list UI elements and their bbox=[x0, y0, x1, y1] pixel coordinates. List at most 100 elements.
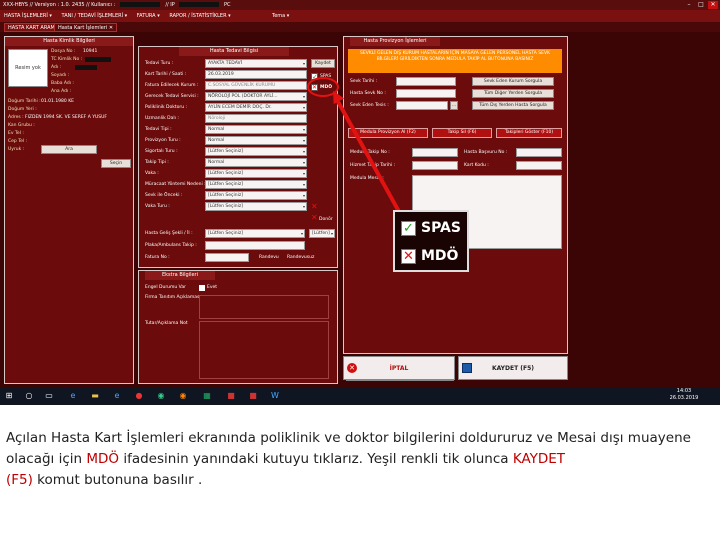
firma-aciklama-textarea[interactable] bbox=[199, 295, 329, 319]
tedavi-tipi-select[interactable]: Normal ▾ bbox=[205, 125, 307, 134]
value-adres: FIZDEN 1994 SK. VE SEREF A YUSUF bbox=[25, 115, 107, 120]
menu-hasta-islemleri[interactable]: HASTA İŞLEMLERİ ▾ bbox=[4, 13, 52, 19]
not-textarea[interactable] bbox=[199, 321, 329, 379]
app-icon[interactable]: ● bbox=[134, 391, 144, 401]
treatment-info-panel: Hasta Tedavi Bilgisi Tedavi Turu : AYAKT… bbox=[138, 46, 339, 268]
takip-tipi-select[interactable]: Normal ▾ bbox=[205, 158, 307, 167]
label-cep-tel: Cep Tel : bbox=[8, 139, 28, 144]
caption-part3: komut butonuna basılır . bbox=[32, 472, 203, 488]
label-hasta-basvuru-no: Hasta Başvuru No : bbox=[464, 150, 508, 155]
provizyon-panel: Hasta Provizyon İşlemleri SEVKLİ GELEN D… bbox=[343, 36, 568, 381]
task-view-icon[interactable]: ▭ bbox=[44, 391, 54, 401]
menu-tani-tedavi[interactable]: TANI / TEDAVİ İŞLEMLERİ ▾ bbox=[62, 13, 128, 19]
gelis-il-select[interactable]: [Lütfen] ▾ bbox=[309, 229, 335, 238]
takip-sil-button[interactable]: Takip Sil (F6) bbox=[432, 128, 492, 138]
donor-x-icon: ✕ bbox=[311, 213, 318, 222]
tesis-lookup-button[interactable]: … bbox=[450, 101, 458, 110]
engel-evet-label: Evet bbox=[207, 285, 218, 290]
label-gelis-sekli: Hasta Geliş Şekli / İl : bbox=[145, 231, 193, 236]
takipleri-goster-button[interactable]: Takipleri Göster (F10) bbox=[496, 128, 562, 138]
save-button[interactable]: Kaydet bbox=[311, 59, 335, 68]
kaydet-button[interactable]: KAYDET (F5) bbox=[458, 356, 568, 380]
maximize-button[interactable]: □ bbox=[696, 1, 706, 9]
uzmanlik-field[interactable]: Nöroloji bbox=[205, 114, 307, 123]
zoom-spas-check-icon: ✓ bbox=[401, 220, 416, 236]
x-mark-icon: ✕ bbox=[311, 202, 318, 211]
windows-start-icon[interactable]: ⊞ bbox=[4, 391, 14, 401]
label-sevk-eden-tesis: Sevk Eden Tesis : bbox=[350, 103, 389, 108]
label-not: Tutar/Açıklama Not bbox=[145, 321, 188, 326]
patient-select-button[interactable]: Seçin bbox=[101, 159, 131, 168]
label-ana-adi: Ana Adı : bbox=[51, 89, 72, 94]
label-dogum-tarihi: Doğum Tarihi : bbox=[8, 99, 41, 104]
muracaat-select[interactable]: [Lütfen Seçiniz] ▾ bbox=[205, 180, 307, 189]
caption-mdo: MDÖ bbox=[86, 451, 120, 467]
label-vaka: Vaka : bbox=[145, 171, 159, 176]
ie-icon[interactable]: e bbox=[112, 391, 122, 401]
sigortali-turu-select[interactable]: [Lütfen Seçiniz] ▾ bbox=[205, 147, 307, 156]
caption-text: Açılan Hasta Kart İşlemleri ekranında po… bbox=[6, 428, 711, 491]
hbys-app2-icon[interactable]: ■ bbox=[248, 391, 258, 401]
menu-fatura[interactable]: FATURA ▾ bbox=[137, 13, 160, 19]
sevk-eden-kurum-sorgula-button[interactable]: Sevk Eden Kurum Sorgula bbox=[472, 77, 554, 86]
label-firma-aciklama: Firma Tanıtım Açıklaması bbox=[145, 295, 201, 300]
randevusuz-radio[interactable]: Randevusuz bbox=[287, 255, 314, 260]
zoom-spas-label: SPAS bbox=[421, 220, 461, 236]
label-plaka: Plaka/Ambulans Takip : bbox=[145, 243, 197, 248]
randevu-radio[interactable]: Randevu bbox=[259, 255, 279, 260]
tum-dis-yerden-sorgula-button[interactable]: Tüm Dış Yerden Hasta Sorgula bbox=[472, 101, 554, 110]
label-uyruk: Uyruk : bbox=[8, 147, 25, 152]
minimize-button[interactable]: – bbox=[684, 1, 694, 9]
label-baba-adi: Baba Adı : bbox=[51, 81, 74, 86]
engel-checkbox[interactable] bbox=[199, 285, 205, 291]
treatment-panel-title: Hasta Tedavi Bilgisi bbox=[179, 47, 289, 56]
patient-search-button[interactable]: Ara bbox=[41, 145, 97, 154]
patient-identity-panel: Hasta Kimlik Bilgileri Resim yok Dosya N… bbox=[4, 36, 134, 384]
label-hasta-sevk-no: Hasta Sevk No : bbox=[350, 91, 386, 96]
label-tc: TC Kimlik No : bbox=[51, 57, 83, 62]
kart-tarihi-field[interactable]: 26.03.2019 bbox=[205, 70, 307, 79]
excel-icon[interactable]: ▦ bbox=[202, 391, 212, 401]
zoom-mdo-x-icon: ✕ bbox=[401, 248, 416, 264]
gelis-sekli-select[interactable]: [Lütfen Seçiniz] ▾ bbox=[205, 229, 305, 238]
menu-rapor[interactable]: RAPOR / İSTATİSTİKLER ▾ bbox=[169, 13, 230, 19]
doktor-select[interactable]: AYLİN ECEM DEMİR DOÇ. Dr. ▾ bbox=[205, 103, 307, 112]
edge-icon[interactable]: e bbox=[68, 391, 78, 401]
window-titlebar: XXX-HBYS // Versiyon : 1.0. 2435 // Kull… bbox=[0, 0, 720, 10]
servis-select[interactable]: NÖROLOJİ POL (DOKTOR AYLİ... ▾ bbox=[205, 92, 307, 101]
tedavi-turu-select[interactable]: AYAKTA TEDAVİ ▾ bbox=[205, 59, 307, 68]
kart-kodu-field[interactable] bbox=[516, 161, 562, 170]
explorer-icon[interactable]: ▬ bbox=[90, 391, 100, 401]
sevk-warning-banner: SEVKLİ GELEN DIŞ KURUM HASTALARIN İÇİN M… bbox=[348, 49, 562, 73]
provizyon-turu-select[interactable]: Normal ▾ bbox=[205, 136, 307, 145]
sevk-tarihi-field[interactable] bbox=[396, 77, 456, 86]
tum-diger-yerden-sorgula-button[interactable]: Tüm Diğer Yerden Sorgula bbox=[472, 89, 554, 98]
hbys-app-icon[interactable]: ■ bbox=[226, 391, 236, 401]
hasta-basvuru-no-field[interactable] bbox=[516, 148, 562, 157]
hizmet-takip-tarihi-field[interactable] bbox=[412, 161, 458, 170]
redacted-tc bbox=[85, 57, 111, 62]
iptal-button[interactable]: İPTAL bbox=[343, 356, 455, 380]
firefox-icon[interactable]: ◉ bbox=[178, 391, 188, 401]
close-button[interactable]: ✕ bbox=[708, 1, 718, 9]
search-icon[interactable]: ○ bbox=[24, 391, 34, 401]
sevk-eden-tesis-field[interactable] bbox=[396, 101, 448, 110]
vaka-select[interactable]: [Lütfen Seçiniz] ▾ bbox=[205, 169, 307, 178]
chrome-icon[interactable]: ◉ bbox=[156, 391, 166, 401]
label-servis: Gerecek Tedavi Servisi : bbox=[145, 94, 199, 99]
label-kart-kodu: Kart Kodu : bbox=[464, 163, 489, 168]
fatura-no-field[interactable] bbox=[205, 253, 249, 262]
fatura-kurum-field[interactable]: C.SOSYAL GÜVENLİK KURUMU bbox=[205, 81, 307, 90]
label-kan-grubu: Kan Grubu : bbox=[8, 123, 35, 128]
plaka-field[interactable] bbox=[205, 241, 305, 250]
right-empty-area bbox=[572, 32, 720, 387]
word-icon[interactable]: W bbox=[270, 391, 280, 401]
label-doktor: Poliklinik Doktoru : bbox=[145, 105, 188, 110]
tab-hasta-kart-islemleri[interactable]: Hasta Kart İşlemleri ✕ bbox=[54, 23, 118, 32]
menu-tema[interactable]: Tema ▾ bbox=[272, 10, 289, 22]
vaka-turu-select[interactable]: [Lütfen Seçiniz] ▾ bbox=[205, 202, 307, 211]
sevk-onceki-select[interactable]: [Lütfen Seçiniz] ▾ bbox=[205, 191, 307, 200]
menubar: HASTA İŞLEMLERİ ▾ TANI / TEDAVİ İŞLEMLER… bbox=[0, 10, 720, 22]
medula-takip-no-field[interactable] bbox=[412, 148, 458, 157]
hasta-sevk-no-field[interactable] bbox=[396, 89, 456, 98]
